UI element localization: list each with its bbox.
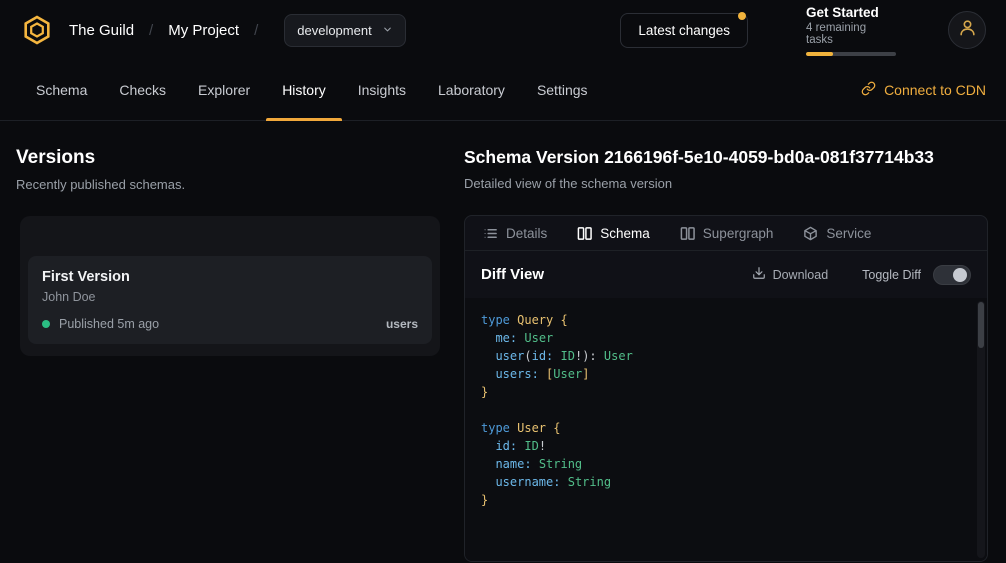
download-button[interactable]: Download — [752, 266, 829, 283]
code-scrollbar-thumb[interactable] — [978, 302, 984, 348]
version-title: First Version — [42, 269, 418, 285]
versions-panel: Versions Recently published schemas. Fir… — [16, 147, 440, 562]
user-avatar[interactable] — [948, 11, 986, 49]
cube-icon — [803, 226, 818, 241]
app-window: The Guild / My Project / development Lat… — [0, 0, 1006, 563]
detail-tab-schema[interactable]: Schema — [577, 226, 650, 241]
tab-schema[interactable]: Schema — [20, 60, 103, 120]
schema-version-title: Schema Version 2166196f-5e10-4059-bd0a-0… — [464, 147, 988, 168]
detail-tab-supergraph[interactable]: Supergraph — [680, 226, 774, 241]
hive-logo-icon[interactable] — [20, 13, 54, 47]
link-icon — [861, 81, 876, 99]
tab-checks[interactable]: Checks — [103, 60, 182, 120]
tab-settings[interactable]: Settings — [521, 60, 604, 120]
get-started-progress-fill — [806, 52, 833, 56]
toggle-diff-knob — [953, 268, 967, 282]
get-started-title: Get Started — [806, 5, 896, 20]
toggle-diff-switch[interactable] — [933, 265, 971, 285]
supergraph-icon — [680, 226, 695, 241]
tab-insights[interactable]: Insights — [342, 60, 422, 120]
breadcrumb-project[interactable]: My Project — [168, 22, 239, 39]
get-started-widget[interactable]: Get Started 4 remaining tasks — [806, 5, 896, 56]
detail-tab-supergraph-label: Supergraph — [703, 226, 774, 241]
sdl-code-viewer[interactable]: type Query { me: User user(id: ID!): Use… — [465, 298, 987, 561]
environment-selector-value: development — [297, 23, 371, 38]
diff-view-actions: Download Toggle Diff — [752, 265, 971, 285]
published-status-dot — [42, 320, 50, 328]
breadcrumb-separator: / — [254, 22, 258, 39]
get-started-progressbar — [806, 52, 896, 56]
schema-version-subtitle: Detailed view of the schema version — [464, 176, 988, 191]
detail-tab-schema-label: Schema — [600, 226, 650, 241]
breadcrumb-org[interactable]: The Guild — [69, 22, 134, 39]
schema-icon — [577, 226, 592, 241]
environment-selector[interactable]: development — [284, 14, 405, 47]
tab-laboratory[interactable]: Laboratory — [422, 60, 521, 120]
detail-tab-service[interactable]: Service — [803, 226, 871, 241]
connect-to-cdn-label: Connect to CDN — [884, 82, 986, 98]
diff-view-header: Diff View Download Toggle Diff — [465, 251, 987, 298]
version-status: Published 5m ago — [59, 317, 159, 331]
header-right: Latest changes Get Started 4 remaining t… — [620, 5, 986, 56]
detail-tab-details[interactable]: Details — [483, 226, 547, 241]
code-scrollbar[interactable] — [977, 301, 985, 558]
download-label: Download — [773, 268, 829, 282]
detail-tab-details-label: Details — [506, 226, 547, 241]
code-lines: type Query { me: User user(id: ID!): Use… — [481, 311, 971, 509]
breadcrumb-separator: / — [149, 22, 153, 39]
version-author: John Doe — [42, 290, 418, 304]
version-list-item[interactable]: First Version John Doe Published 5m ago … — [28, 256, 432, 344]
versions-list: First Version John Doe Published 5m ago … — [20, 216, 440, 356]
latest-changes-button[interactable]: Latest changes — [620, 13, 748, 48]
schema-detail-card: Details Schema Supergraph — [464, 215, 988, 562]
list-icon — [483, 226, 498, 241]
tab-explorer[interactable]: Explorer — [182, 60, 266, 120]
main-nav: Schema Checks Explorer History Insights … — [0, 60, 1006, 121]
chevron-down-icon — [382, 23, 393, 38]
person-icon — [958, 18, 977, 42]
toggle-diff-label: Toggle Diff — [862, 268, 921, 282]
app-header: The Guild / My Project / development Lat… — [0, 0, 1006, 60]
version-service-badge: users — [386, 317, 418, 331]
version-meta: Published 5m ago users — [42, 317, 418, 331]
schema-version-panel: Schema Version 2166196f-5e10-4059-bd0a-0… — [464, 147, 988, 562]
versions-title: Versions — [16, 147, 440, 169]
main-content: Versions Recently published schemas. Fir… — [0, 121, 1006, 562]
notification-dot — [738, 12, 746, 20]
detail-tab-service-label: Service — [826, 226, 871, 241]
breadcrumb: The Guild / My Project / — [69, 22, 258, 39]
tab-history[interactable]: History — [266, 60, 342, 120]
versions-subtitle: Recently published schemas. — [16, 177, 440, 192]
connect-to-cdn-button[interactable]: Connect to CDN — [861, 60, 986, 120]
diff-view-title: Diff View — [481, 266, 544, 283]
detail-tabbar: Details Schema Supergraph — [465, 216, 987, 251]
download-icon — [752, 266, 766, 283]
get-started-subtitle: 4 remaining tasks — [806, 22, 896, 46]
